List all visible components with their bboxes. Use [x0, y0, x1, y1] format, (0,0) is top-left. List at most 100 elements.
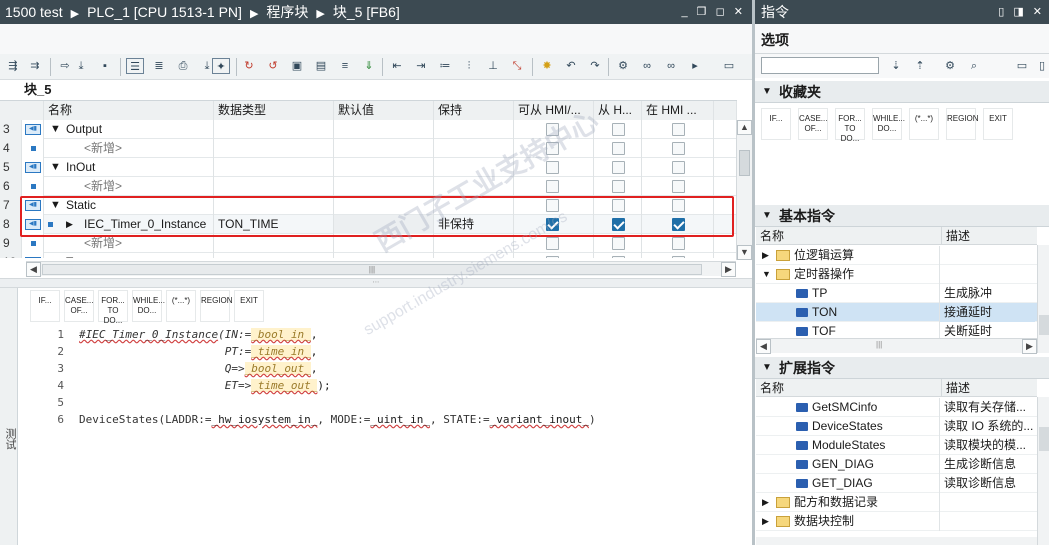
- expand-right-icon[interactable]: ▶: [762, 512, 769, 531]
- glasses-icon[interactable]: ∞: [638, 58, 656, 74]
- instruction-folder[interactable]: ▼ 定时器操作: [756, 265, 1037, 284]
- indent-icon[interactable]: ⇤: [388, 58, 406, 74]
- default-cell[interactable]: [334, 158, 434, 177]
- expand-down-icon[interactable]: ▼: [50, 196, 61, 215]
- hmi-checkbox[interactable]: [672, 180, 685, 193]
- extended-instructions-header[interactable]: ▼ 扩展指令: [755, 357, 1049, 379]
- hmi-checkbox[interactable]: [612, 142, 625, 155]
- code-editor[interactable]: 1 #IEC_Timer_0_Instance(IN:=_bool_in_, 2 P…: [18, 324, 752, 545]
- scroll-thumb[interactable]: [1039, 427, 1049, 451]
- hmi-checkbox[interactable]: [672, 161, 685, 174]
- column-datatype[interactable]: 数据类型: [214, 101, 334, 120]
- instruction-folder[interactable]: ▶ 位逻辑运算: [756, 246, 1037, 265]
- name-cell[interactable]: ▼ Static: [44, 196, 214, 215]
- basic-instructions-header[interactable]: ▼ 基本指令: [755, 205, 1049, 227]
- instruction-button[interactable]: (*...*): [909, 108, 939, 140]
- uncomment-icon[interactable]: ⫶: [460, 58, 478, 74]
- retain-cell[interactable]: [434, 120, 514, 139]
- expand-down-icon[interactable]: ▼: [762, 265, 771, 284]
- hscroll-thumb[interactable]: |||: [876, 340, 882, 349]
- expand-right-icon[interactable]: ▶: [66, 215, 73, 234]
- interface-toggle-icon[interactable]: ☰: [126, 58, 144, 74]
- hmi-checkbox[interactable]: [546, 256, 559, 258]
- instruction-button[interactable]: EXIT: [983, 108, 1013, 140]
- table-row[interactable]: 3 ◀▮ ▼ Output: [0, 120, 737, 139]
- hmi-checkbox[interactable]: [672, 237, 685, 250]
- search-up-icon[interactable]: ⇡: [911, 58, 929, 74]
- instruction-folder[interactable]: ▶ 配方和数据记录: [756, 493, 1037, 512]
- scroll-left-button[interactable]: ◀: [756, 339, 771, 354]
- datatype-cell[interactable]: [214, 158, 334, 177]
- instruction-item[interactable]: TP 生成脉冲: [756, 284, 1037, 303]
- datatype-cell[interactable]: [214, 253, 334, 258]
- comment-icon[interactable]: ≔: [436, 58, 454, 74]
- collapse-icon[interactable]: ▼: [762, 205, 772, 227]
- print-icon[interactable]: ⎙: [174, 58, 192, 74]
- go-to-icon[interactable]: ⇓: [360, 58, 378, 74]
- extended-vscroll[interactable]: [1037, 397, 1049, 545]
- name-cell[interactable]: <新增>: [44, 234, 214, 253]
- insert-row-icon[interactable]: ⇶: [4, 58, 22, 74]
- find-icon[interactable]: ⌕: [965, 58, 983, 74]
- previous-icon[interactable]: ↶: [562, 58, 580, 74]
- instruction-search-input[interactable]: [761, 57, 879, 74]
- extended-hscroll[interactable]: [756, 537, 1037, 545]
- code-line[interactable]: DeviceStates(LADDR:=_hw_iosystem_in_, MO…: [79, 411, 596, 428]
- format-icon[interactable]: ≡: [336, 58, 354, 74]
- call-icon[interactable]: ↻: [240, 58, 258, 74]
- extended-col-name[interactable]: 名称: [760, 379, 784, 397]
- panel-view-icon[interactable]: ▭: [1013, 58, 1031, 74]
- collapse-icon[interactable]: ▼: [762, 81, 772, 103]
- instruction-button[interactable]: REGION: [200, 290, 233, 322]
- instruction-item[interactable]: TON 接通延时: [756, 303, 1037, 322]
- basic-col-desc[interactable]: 描述: [941, 227, 1037, 245]
- hmi-checkbox[interactable]: [612, 123, 625, 136]
- default-cell[interactable]: [334, 120, 434, 139]
- hmi-checkbox[interactable]: [672, 256, 685, 258]
- error-icon[interactable]: ⤡: [508, 58, 526, 74]
- scroll-up-button[interactable]: ▲: [737, 120, 752, 135]
- add-row-icon[interactable]: ⇉: [26, 58, 44, 74]
- basic-hscroll[interactable]: ◀ ▶ |||: [756, 338, 1037, 354]
- instruction-button[interactable]: REGION: [946, 108, 979, 140]
- hmi-checkbox[interactable]: [612, 199, 625, 212]
- scroll-right-button[interactable]: ▶: [721, 262, 736, 277]
- window-controls[interactable]: _ ❐ ◻ ✕: [682, 0, 747, 24]
- snapshot-icon[interactable]: ⚙: [614, 58, 632, 74]
- table-row-add[interactable]: 6 <新增>: [0, 177, 737, 196]
- code-line[interactable]: ET=>_time_out_);: [79, 377, 331, 394]
- datatype-cell[interactable]: [214, 234, 334, 253]
- datatype-cell[interactable]: [214, 139, 334, 158]
- name-cell[interactable]: ▶ IEC_Timer_0_Instance: [44, 215, 214, 234]
- instruction-button[interactable]: EXIT: [234, 290, 264, 322]
- code-line[interactable]: Q=>_bool_out_,: [79, 360, 317, 377]
- instructions-window-controls[interactable]: ▯ ◨ ✕: [998, 0, 1045, 24]
- hmi-checkbox[interactable]: [612, 256, 625, 258]
- instruction-item[interactable]: GEN_DIAG 生成诊断信息: [756, 455, 1037, 474]
- datatype-cell[interactable]: TON_TIME: [214, 215, 334, 234]
- hmi-checkbox[interactable]: [672, 218, 685, 231]
- favorite-settings-icon[interactable]: ⚙: [941, 58, 959, 74]
- collapse-icon[interactable]: ▼: [762, 357, 772, 379]
- table-vertical-scrollbar[interactable]: ▲ ▼: [736, 120, 752, 260]
- instruction-button[interactable]: WHILE... DO...: [872, 108, 905, 140]
- name-cell[interactable]: <新增>: [44, 139, 214, 158]
- expand-down-icon[interactable]: ▼: [50, 158, 61, 177]
- column-hmi-visible[interactable]: 在 HMI ...: [642, 101, 714, 120]
- instruction-button[interactable]: CASE... OF...: [798, 108, 828, 140]
- glasses-all-icon[interactable]: ∞: [662, 58, 680, 74]
- name-cell[interactable]: ▼ Output: [44, 120, 214, 139]
- table-row[interactable]: 7 ◀▮ ▼ Static: [0, 196, 737, 215]
- basic-col-name[interactable]: 名称: [760, 227, 784, 245]
- favorites-header[interactable]: ▼ 收藏夹: [755, 81, 1049, 103]
- uncall-icon[interactable]: ↺: [264, 58, 282, 74]
- table-row[interactable]: 5 ◀▮ ▼ InOut: [0, 158, 737, 177]
- breadcrumb-item[interactable]: 块_5 [FB6]: [333, 4, 400, 20]
- hmi-checkbox[interactable]: [612, 237, 625, 250]
- outdent-icon[interactable]: ⇥: [412, 58, 430, 74]
- code-line[interactable]: #IEC_Timer_0_Instance(IN:=_bool_in_,: [79, 326, 317, 343]
- bookmark-icon[interactable]: ⊥: [484, 58, 502, 74]
- hmi-checkbox[interactable]: [546, 180, 559, 193]
- datatype-cell[interactable]: [214, 196, 334, 215]
- name-cell[interactable]: ▼ InOut: [44, 158, 214, 177]
